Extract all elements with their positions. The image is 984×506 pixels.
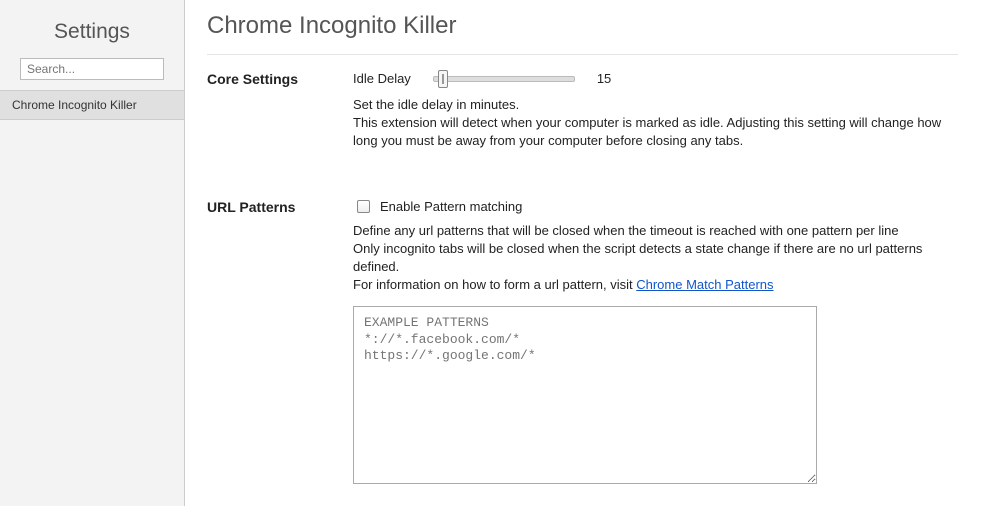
sidebar: Settings Chrome Incognito Killer — [0, 0, 185, 506]
url-patterns-content: Enable Pattern matching Define any url p… — [353, 199, 958, 488]
enable-pattern-checkbox[interactable] — [357, 200, 370, 213]
main-content: Chrome Incognito Killer Core Settings Id… — [185, 0, 984, 506]
idle-delay-row: Idle Delay 15 — [353, 71, 958, 86]
enable-pattern-row: Enable Pattern matching — [353, 199, 958, 214]
desc-line: Define any url patterns that will be clo… — [353, 222, 958, 240]
idle-delay-label: Idle Delay — [353, 71, 411, 86]
url-patterns-description: Define any url patterns that will be clo… — [353, 222, 958, 295]
sidebar-title: Settings — [0, 14, 184, 58]
section-url-patterns: URL Patterns Enable Pattern matching Def… — [207, 199, 958, 488]
idle-delay-description: Set the idle delay in minutes. This exte… — [353, 96, 958, 151]
desc-line: Only incognito tabs will be closed when … — [353, 240, 958, 276]
desc-line: Set the idle delay in minutes. — [353, 96, 958, 114]
enable-pattern-label: Enable Pattern matching — [380, 199, 522, 214]
desc-line: This extension will detect when your com… — [353, 114, 958, 150]
chrome-match-patterns-link[interactable]: Chrome Match Patterns — [636, 277, 773, 292]
idle-delay-value: 15 — [597, 71, 611, 86]
section-heading-core: Core Settings — [207, 71, 353, 151]
page-title: Chrome Incognito Killer — [207, 12, 958, 55]
section-heading-url: URL Patterns — [207, 199, 353, 488]
desc-line: For information on how to form a url pat… — [353, 276, 958, 294]
section-core-settings: Core Settings Idle Delay 15 Set the idle… — [207, 71, 958, 151]
url-patterns-textarea[interactable] — [353, 306, 817, 484]
sidebar-item-chrome-incognito-killer[interactable]: Chrome Incognito Killer — [0, 90, 184, 120]
desc-prefix: For information on how to form a url pat… — [353, 277, 636, 292]
idle-delay-slider[interactable] — [433, 76, 575, 82]
core-settings-content: Idle Delay 15 Set the idle delay in minu… — [353, 71, 958, 151]
search-input[interactable] — [20, 58, 164, 80]
slider-thumb-icon[interactable] — [438, 70, 448, 88]
